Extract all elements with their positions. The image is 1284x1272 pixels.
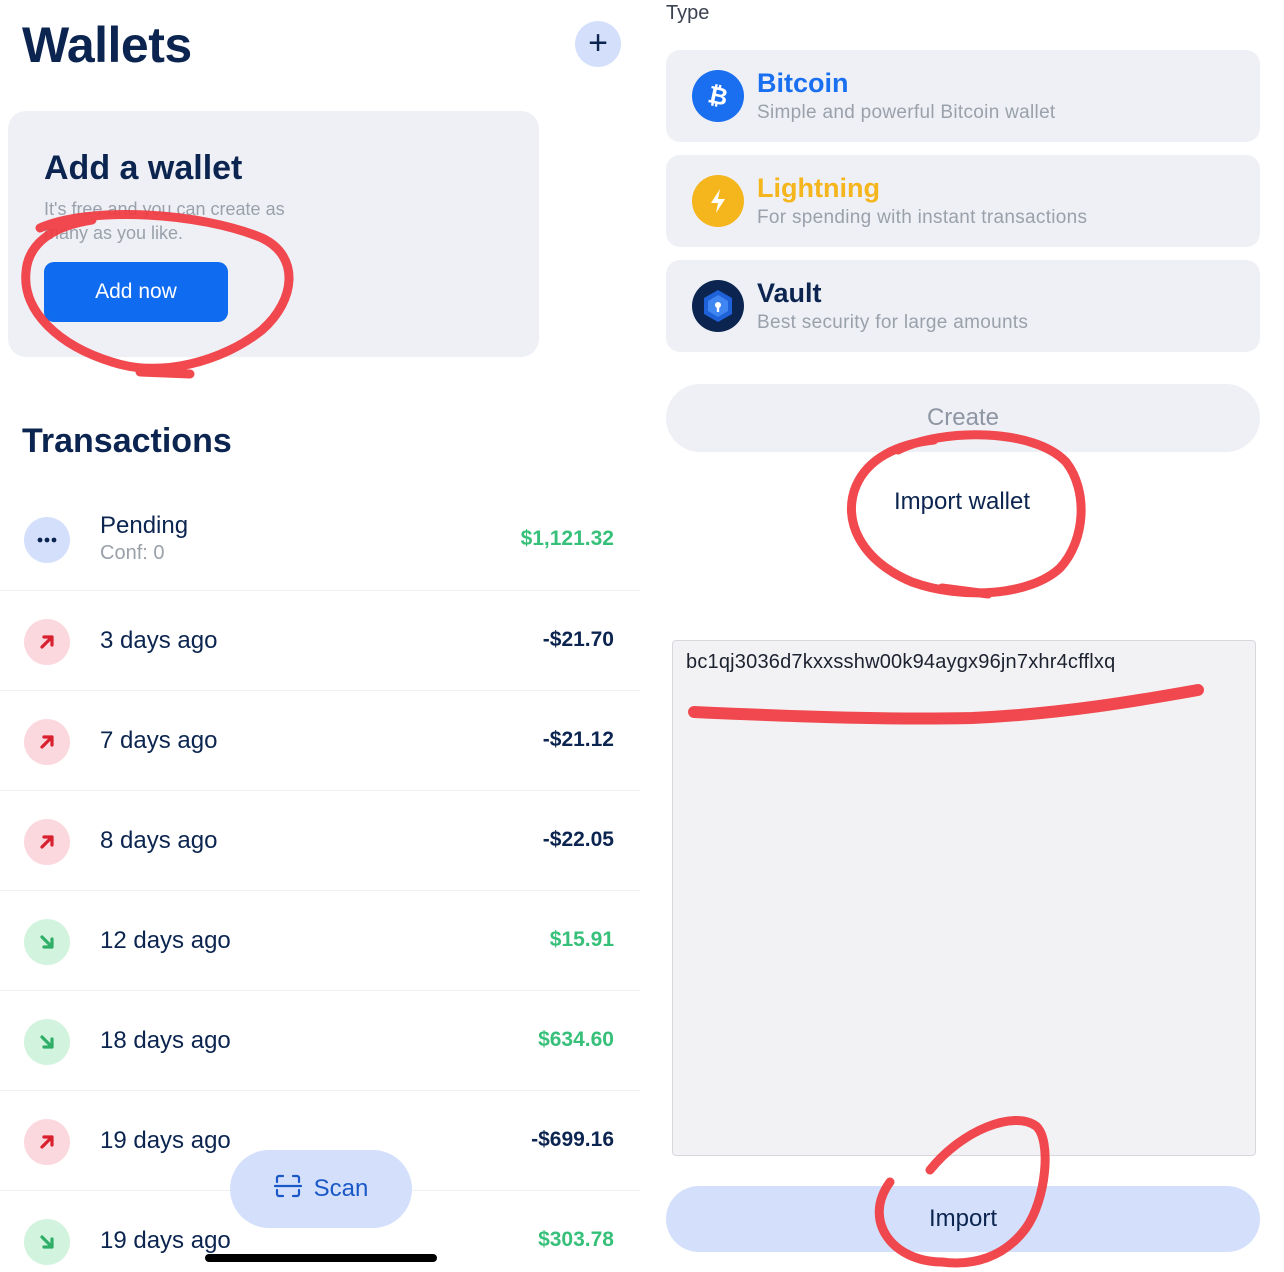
- arrow-up-right-icon: [24, 619, 70, 665]
- import-wallet-link[interactable]: Import wallet: [862, 488, 1062, 516]
- svg-text:₿: ₿: [706, 81, 731, 111]
- dots-icon: [24, 517, 70, 563]
- transaction-row[interactable]: 18 days ago $634.60: [0, 990, 640, 1091]
- transaction-label: 7 days ago: [100, 727, 218, 754]
- wallet-type-description: For spending with instant transactions: [757, 207, 1088, 228]
- wallet-type-description: Best security for large amounts: [757, 312, 1029, 333]
- transaction-row[interactable]: 7 days ago -$21.12: [0, 690, 640, 791]
- wallet-type-bitcoin[interactable]: ₿ Bitcoin Simple and powerful Bitcoin wa…: [666, 50, 1260, 142]
- transaction-confirmations: Conf: 0: [100, 542, 165, 564]
- transaction-label: 12 days ago: [100, 927, 231, 954]
- arrow-down-right-icon: [24, 919, 70, 965]
- wallet-type-name: Bitcoin: [757, 68, 849, 98]
- transaction-amount: $15.91: [549, 928, 614, 951]
- bitcoin-icon: ₿: [692, 70, 744, 122]
- plus-icon: +: [588, 24, 608, 62]
- arrow-up-right-icon: [24, 819, 70, 865]
- transaction-amount: -$21.70: [542, 628, 614, 651]
- transaction-row[interactable]: 12 days ago $15.91: [0, 890, 640, 991]
- arrow-up-right-icon: [24, 719, 70, 765]
- add-wallet-card: Add a wallet It's free and you can creat…: [8, 111, 539, 357]
- import-button[interactable]: Import: [666, 1186, 1260, 1252]
- transaction-row[interactable]: Pending Conf: 0 $1,121.32: [0, 490, 640, 591]
- arrow-up-right-icon: [24, 1119, 70, 1165]
- add-wallet-button[interactable]: +: [575, 21, 621, 67]
- transaction-row[interactable]: 8 days ago -$22.05: [0, 790, 640, 891]
- vault-icon: [692, 280, 744, 332]
- transaction-amount: $1,121.32: [520, 527, 614, 550]
- transaction-label: 18 days ago: [100, 1027, 231, 1054]
- wallet-type-name: Vault: [757, 278, 822, 308]
- arrow-down-right-icon: [24, 1219, 70, 1265]
- transaction-label: 19 days ago: [100, 1227, 231, 1254]
- transaction-amount: -$699.16: [531, 1128, 614, 1151]
- add-wallet-card-title: Add a wallet: [44, 149, 243, 187]
- wallet-type-vault[interactable]: Vault Best security for large amounts: [666, 260, 1260, 352]
- add-wallet-card-subtitle: It's free and you can create as many as …: [44, 199, 285, 243]
- home-indicator: [205, 1254, 437, 1262]
- wallet-type-name: Lightning: [757, 173, 880, 203]
- lightning-icon: [692, 175, 744, 227]
- page-title: Wallets: [22, 17, 192, 73]
- wallet-type-lightning[interactable]: Lightning For spending with instant tran…: [666, 155, 1260, 247]
- scan-button-label: Scan: [313, 1175, 369, 1202]
- transaction-label: Pending: [100, 512, 189, 539]
- transaction-amount: $303.78: [538, 1228, 614, 1251]
- transaction-label: 19 days ago: [100, 1127, 231, 1154]
- transaction-label: 3 days ago: [100, 627, 218, 654]
- transaction-amount: -$21.12: [542, 728, 614, 751]
- transaction-amount: $634.60: [538, 1028, 614, 1051]
- wallets-screen: Wallets + Add a wallet It's free and you…: [0, 0, 642, 1272]
- type-label: Type: [666, 2, 710, 24]
- add-wallet-screen: Type ₿ Bitcoin Simple and powerful Bitco…: [642, 0, 1284, 1272]
- transaction-label: 8 days ago: [100, 827, 218, 854]
- scan-icon: [273, 1174, 302, 1205]
- arrow-down-right-icon: [24, 1019, 70, 1065]
- wallet-type-description: Simple and powerful Bitcoin wallet: [757, 102, 1056, 123]
- transaction-row[interactable]: 3 days ago -$21.70: [0, 590, 640, 691]
- import-text-value: bc1qj3036d7kxxsshw00k94aygx96jn7xhr4cffl…: [686, 651, 1116, 673]
- create-button[interactable]: Create: [666, 384, 1260, 452]
- transaction-amount: -$22.05: [542, 828, 614, 851]
- transactions-heading: Transactions: [22, 422, 232, 460]
- add-now-button[interactable]: Add now: [44, 262, 228, 322]
- import-text-field[interactable]: bc1qj3036d7kxxsshw00k94aygx96jn7xhr4cffl…: [672, 640, 1256, 1156]
- scan-button[interactable]: Scan: [230, 1150, 412, 1228]
